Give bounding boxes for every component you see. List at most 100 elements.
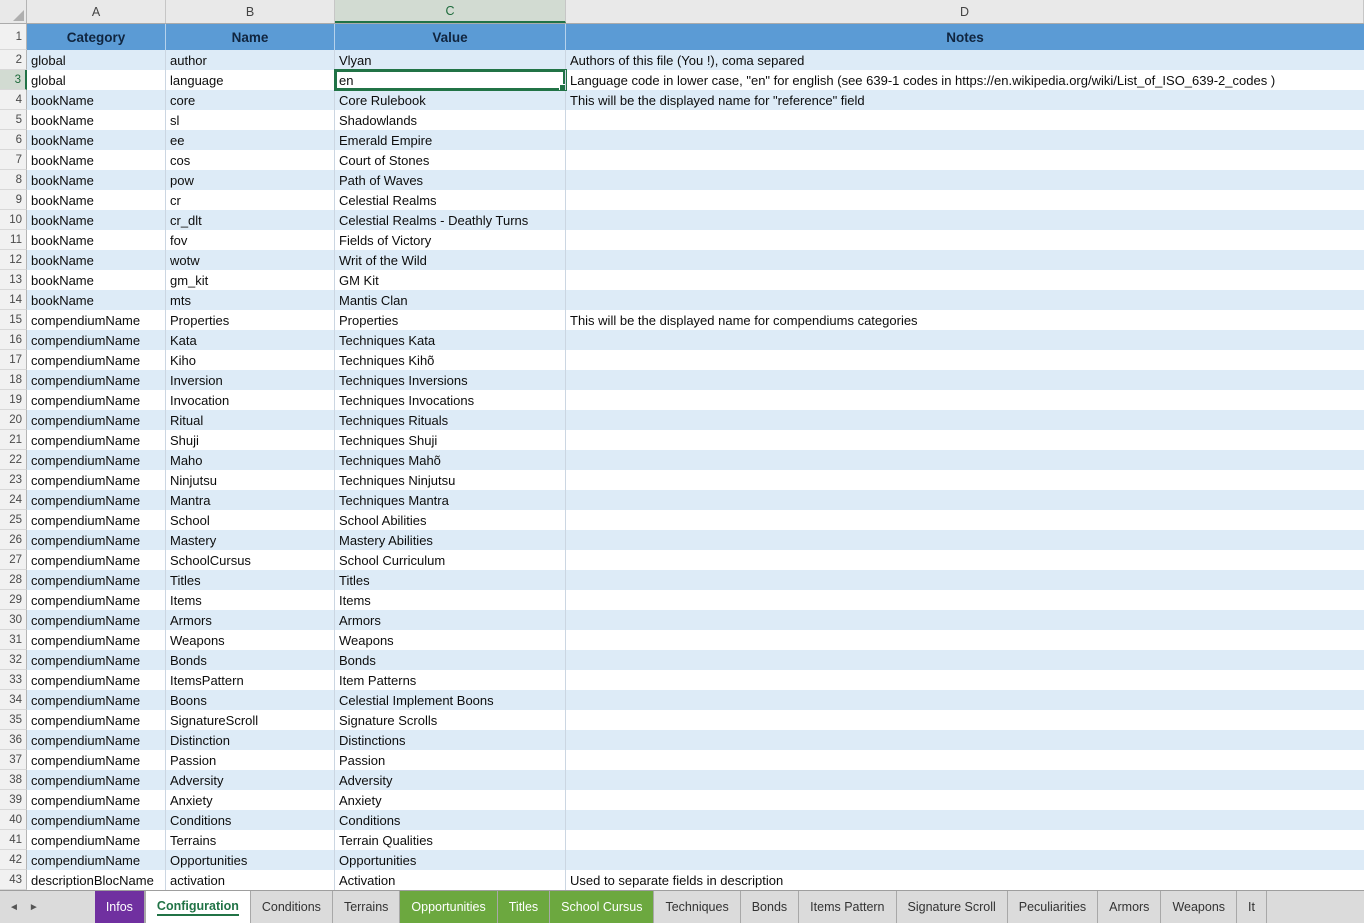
cell-D4[interactable]: This will be the displayed name for "ref… [566, 90, 1364, 110]
cell-A14[interactable]: bookName [27, 290, 166, 310]
cell-D13[interactable] [566, 270, 1364, 290]
cell-D43[interactable]: Used to separate fields in description [566, 870, 1364, 890]
cell-A36[interactable]: compendiumName [27, 730, 166, 750]
cell-B11[interactable]: fov [166, 230, 335, 250]
cell-A33[interactable]: compendiumName [27, 670, 166, 690]
cell-D38[interactable] [566, 770, 1364, 790]
row-header-5[interactable]: 5 [0, 110, 27, 130]
cell-C43[interactable]: Activation [335, 870, 566, 890]
row-header-16[interactable]: 16 [0, 330, 27, 350]
cell-B6[interactable]: ee [166, 130, 335, 150]
row-header-18[interactable]: 18 [0, 370, 27, 390]
cell-D33[interactable] [566, 670, 1364, 690]
cell-B41[interactable]: Terrains [166, 830, 335, 850]
tab-scroll-left-icon[interactable]: ◄ [9, 902, 19, 913]
cell-A32[interactable]: compendiumName [27, 650, 166, 670]
row-header-19[interactable]: 19 [0, 390, 27, 410]
cell-C11[interactable]: Fields of Victory [335, 230, 566, 250]
cell-A16[interactable]: compendiumName [27, 330, 166, 350]
cell-C14[interactable]: Mantis Clan [335, 290, 566, 310]
cell-B16[interactable]: Kata [166, 330, 335, 350]
cell-A35[interactable]: compendiumName [27, 710, 166, 730]
cell-A25[interactable]: compendiumName [27, 510, 166, 530]
row-header-25[interactable]: 25 [0, 510, 27, 530]
row-header-2[interactable]: 2 [0, 50, 27, 70]
cell-C17[interactable]: Techniques Kihõ [335, 350, 566, 370]
cell-A30[interactable]: compendiumName [27, 610, 166, 630]
cell-D6[interactable] [566, 130, 1364, 150]
row-header-20[interactable]: 20 [0, 410, 27, 430]
column-header-A[interactable]: A [27, 0, 166, 23]
cell-C16[interactable]: Techniques Kata [335, 330, 566, 350]
row-header-11[interactable]: 11 [0, 230, 27, 250]
cell-C3[interactable]: en [335, 70, 566, 90]
row-header-6[interactable]: 6 [0, 130, 27, 150]
row-header-30[interactable]: 30 [0, 610, 27, 630]
row-header-38[interactable]: 38 [0, 770, 27, 790]
row-header-3[interactable]: 3 [0, 70, 27, 90]
cell-D24[interactable] [566, 490, 1364, 510]
row-header-15[interactable]: 15 [0, 310, 27, 330]
cell-D27[interactable] [566, 550, 1364, 570]
cell-D40[interactable] [566, 810, 1364, 830]
cell-A27[interactable]: compendiumName [27, 550, 166, 570]
cell-A42[interactable]: compendiumName [27, 850, 166, 870]
cell-B39[interactable]: Anxiety [166, 790, 335, 810]
cell-B23[interactable]: Ninjutsu [166, 470, 335, 490]
cell-B38[interactable]: Adversity [166, 770, 335, 790]
cell-B21[interactable]: Shuji [166, 430, 335, 450]
sheet-tab-it[interactable]: It [1237, 891, 1267, 923]
cell-C22[interactable]: Techniques Mahõ [335, 450, 566, 470]
cell-D25[interactable] [566, 510, 1364, 530]
cell-B31[interactable]: Weapons [166, 630, 335, 650]
row-header-34[interactable]: 34 [0, 690, 27, 710]
cell-A43[interactable]: descriptionBlocName [27, 870, 166, 890]
cell-B13[interactable]: gm_kit [166, 270, 335, 290]
row-header-17[interactable]: 17 [0, 350, 27, 370]
cell-A34[interactable]: compendiumName [27, 690, 166, 710]
cell-C26[interactable]: Mastery Abilities [335, 530, 566, 550]
cell-B18[interactable]: Inversion [166, 370, 335, 390]
cell-B9[interactable]: cr [166, 190, 335, 210]
cell-C28[interactable]: Titles [335, 570, 566, 590]
cell-A4[interactable]: bookName [27, 90, 166, 110]
cell-A7[interactable]: bookName [27, 150, 166, 170]
cell-D10[interactable] [566, 210, 1364, 230]
cell-D32[interactable] [566, 650, 1364, 670]
cell-C40[interactable]: Conditions [335, 810, 566, 830]
cell-D30[interactable] [566, 610, 1364, 630]
row-header-43[interactable]: 43 [0, 870, 27, 890]
cell-C35[interactable]: Signature Scrolls [335, 710, 566, 730]
cell-C42[interactable]: Opportunities [335, 850, 566, 870]
cell-D14[interactable] [566, 290, 1364, 310]
cell-B15[interactable]: Properties [166, 310, 335, 330]
row-header-32[interactable]: 32 [0, 650, 27, 670]
cell-C25[interactable]: School Abilities [335, 510, 566, 530]
cell-D19[interactable] [566, 390, 1364, 410]
cell-D3[interactable]: Language code in lower case, "en" for en… [566, 70, 1364, 90]
sheet-tab-school-cursus[interactable]: School Cursus [550, 891, 654, 923]
cell-D34[interactable] [566, 690, 1364, 710]
cell-B17[interactable]: Kiho [166, 350, 335, 370]
row-header-1[interactable]: 1 [0, 24, 27, 50]
cell-B37[interactable]: Passion [166, 750, 335, 770]
cell-A21[interactable]: compendiumName [27, 430, 166, 450]
row-header-27[interactable]: 27 [0, 550, 27, 570]
cell-D2[interactable]: Authors of this file (You !), coma separ… [566, 50, 1364, 70]
cell-C41[interactable]: Terrain Qualities [335, 830, 566, 850]
cell-C20[interactable]: Techniques Rituals [335, 410, 566, 430]
row-header-21[interactable]: 21 [0, 430, 27, 450]
sheet-tab-armors[interactable]: Armors [1098, 891, 1161, 923]
sheet-tab-infos[interactable]: Infos [95, 891, 145, 923]
row-header-36[interactable]: 36 [0, 730, 27, 750]
cell-D15[interactable]: This will be the displayed name for comp… [566, 310, 1364, 330]
row-header-41[interactable]: 41 [0, 830, 27, 850]
cell-A23[interactable]: compendiumName [27, 470, 166, 490]
cell-D36[interactable] [566, 730, 1364, 750]
cell-D8[interactable] [566, 170, 1364, 190]
cell-C19[interactable]: Techniques Invocations [335, 390, 566, 410]
cell-C36[interactable]: Distinctions [335, 730, 566, 750]
cell-D12[interactable] [566, 250, 1364, 270]
cell-D42[interactable] [566, 850, 1364, 870]
header-cell-category[interactable]: Category [27, 24, 166, 50]
